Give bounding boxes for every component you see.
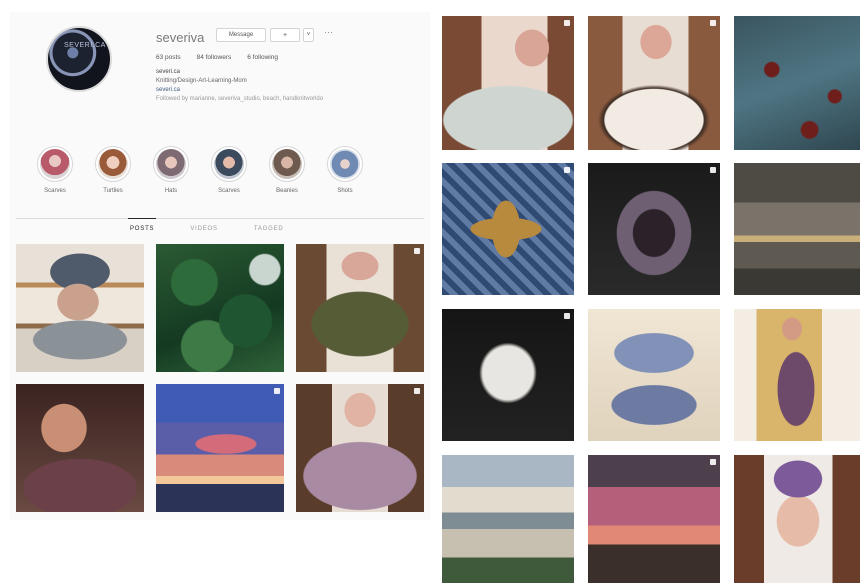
tab-videos[interactable]: VIDEOS [190,226,217,232]
profile-tabs: POSTS VIDEOS TAGGED [127,218,284,232]
photo-tile[interactable] [588,309,720,441]
posts-count: 63 posts [156,54,181,61]
post-thumbnail[interactable] [16,384,144,512]
photo-tile[interactable] [734,163,860,295]
multi-photo-icon [564,20,570,26]
story-highlight[interactable]: Turtlies [94,146,132,194]
profile-bio: severi.ca Knitting/Design-Art-Learning-M… [156,68,416,104]
photo-tile[interactable] [734,309,860,441]
multi-photo-icon [710,459,716,465]
story-highlight-label: Turtlies [103,188,123,194]
tab-posts[interactable]: POSTS [127,218,157,232]
story-highlight[interactable]: Scarves [210,146,248,194]
multi-photo-icon [414,388,420,394]
tab-tagged[interactable]: TAGGED [254,226,284,232]
bio-description: Knitting/Design-Art-Learning-Mom [156,78,247,84]
post-thumbnail[interactable] [296,384,424,512]
multi-photo-icon [710,167,716,173]
multi-photo-icon [564,167,570,173]
story-highlight-label: Hats [164,188,178,194]
profile-stats: 63 posts 84 followers 6 following [156,54,278,61]
post-thumbnail[interactable] [156,384,284,512]
story-highlight[interactable]: Scarves [36,146,74,194]
post-thumbnail[interactable] [156,244,284,372]
more-options-icon[interactable]: ··· [324,27,333,37]
story-highlight[interactable]: Hats [152,146,190,194]
photo-tile[interactable] [442,309,574,441]
photo-tile[interactable] [588,455,720,583]
avatar-logo-text: SEVERI.CA [64,42,106,49]
followed-by-text[interactable]: Followed by marianne, severiva_studio, b… [156,95,416,104]
post-thumbnail[interactable] [296,244,424,372]
multi-photo-icon [564,313,570,319]
bio-link[interactable]: severi.ca [156,86,416,95]
story-highlight-label: Beanies [276,188,298,194]
photo-tile[interactable] [588,16,720,150]
profile-panel: SEVERI.CA severiva Message + ˅ ··· 63 po… [10,12,430,520]
photo-tile[interactable] [442,16,574,150]
followers-count[interactable]: 84 followers [197,54,232,61]
multi-photo-icon [710,20,716,26]
story-highlight[interactable]: Shots [326,146,364,194]
photo-tile[interactable] [442,455,574,583]
story-highlight-label: Scarves [44,188,66,194]
story-highlight[interactable]: Beanies [268,146,306,194]
story-highlight-label: Scarves [218,188,240,194]
multi-photo-icon [274,388,280,394]
following-count[interactable]: 6 following [247,54,278,61]
story-highlight-label: Shots [337,188,353,194]
follow-button[interactable]: + [270,28,300,42]
profile-avatar[interactable] [46,26,112,92]
post-thumbnail[interactable] [16,244,144,372]
story-highlights: Scarves Turtlies Hats Scarves Beanies Sh… [36,146,364,194]
multi-photo-icon [414,248,420,254]
tabs-divider [16,218,424,219]
photo-tile[interactable] [734,455,860,583]
suggested-dropdown-button[interactable]: ˅ [303,28,314,42]
photo-tile[interactable] [442,163,574,295]
photo-tile[interactable] [734,16,860,150]
photo-tile[interactable] [588,163,720,295]
message-button[interactable]: Message [216,28,266,42]
bio-name: severi.ca [156,69,181,75]
profile-username: severiva [156,30,205,45]
